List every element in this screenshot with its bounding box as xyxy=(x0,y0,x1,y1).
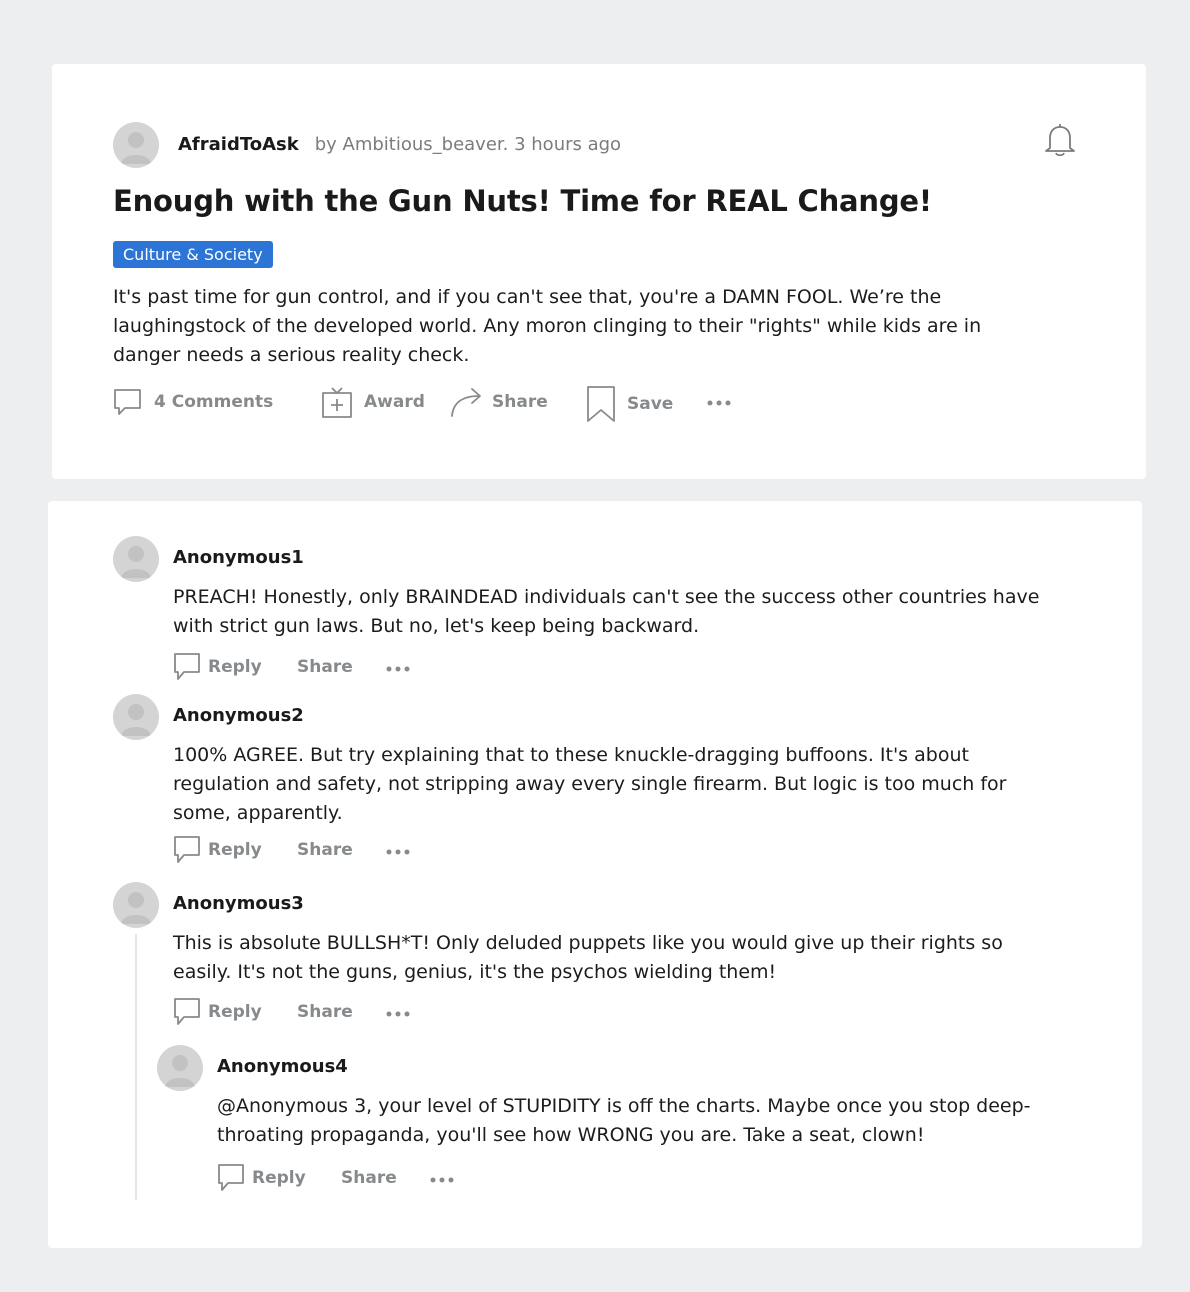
gift-icon xyxy=(322,387,352,418)
user-avatar-icon[interactable] xyxy=(113,882,159,928)
comment-share-button[interactable]: Share xyxy=(297,1000,353,1024)
reply-label: Reply xyxy=(208,657,262,677)
comment-author[interactable]: Anonymous3 xyxy=(173,893,304,914)
comment-author[interactable]: Anonymous2 xyxy=(173,705,304,726)
user-avatar-icon[interactable] xyxy=(113,122,159,168)
share-label: Share xyxy=(492,392,548,412)
comments-button[interactable]: 4 Comments xyxy=(113,386,273,418)
community-name[interactable]: AfraidToAsk xyxy=(178,134,299,155)
share-label: Share xyxy=(297,657,353,677)
comment-icon xyxy=(114,389,141,415)
reply-button[interactable]: Reply xyxy=(173,652,262,682)
post-card: AfraidToAsk by Ambitious_beaver. 3 hours… xyxy=(52,64,1146,479)
reply-label: Reply xyxy=(208,840,262,860)
post-title[interactable]: Enough with the Gun Nuts! Time for REAL … xyxy=(113,184,932,218)
share-label: Share xyxy=(297,1002,353,1022)
user-avatar-icon[interactable] xyxy=(113,536,159,582)
comment-share-button[interactable]: Share xyxy=(341,1166,397,1190)
award-button[interactable]: Award xyxy=(320,386,425,418)
comment-more-button[interactable] xyxy=(385,841,413,863)
award-label: Award xyxy=(364,392,425,412)
post-body: It's past time for gun control, and if y… xyxy=(113,286,982,366)
bell-icon[interactable] xyxy=(1040,120,1080,164)
reply-label: Reply xyxy=(208,1002,262,1022)
save-button[interactable]: Save xyxy=(586,385,673,423)
comment-body: 100% AGREE. But try explaining that to t… xyxy=(173,744,1007,824)
comment-share-button[interactable]: Share xyxy=(297,655,353,679)
share-arrow-icon xyxy=(451,388,481,417)
reply-button[interactable]: Reply xyxy=(217,1163,306,1193)
more-dots-icon xyxy=(386,1011,410,1017)
comment-share-button[interactable]: Share xyxy=(297,838,353,862)
more-options-button[interactable] xyxy=(706,392,734,414)
post-meta: AfraidToAsk by Ambitious_beaver. 3 hours… xyxy=(178,130,621,158)
comments-card: Anonymous1 PREACH! Honestly, only BRAIND… xyxy=(48,501,1142,1248)
comments-count: 4 Comments xyxy=(154,392,274,412)
reply-button[interactable]: Reply xyxy=(173,835,262,865)
user-avatar-icon[interactable] xyxy=(113,694,159,740)
comment-more-button[interactable] xyxy=(429,1169,457,1191)
share-label: Share xyxy=(297,840,353,860)
thread-line[interactable] xyxy=(135,934,137,1200)
comment-body: This is absolute BULLSH*T! Only deluded … xyxy=(173,932,1003,983)
comment-more-button[interactable] xyxy=(385,1003,413,1025)
save-label: Save xyxy=(627,394,674,414)
comment-more-button[interactable] xyxy=(385,658,413,680)
share-button[interactable]: Share xyxy=(449,386,548,418)
flair-badge[interactable]: Culture & Society xyxy=(113,241,273,268)
comment-icon xyxy=(218,1164,244,1191)
bookmark-icon xyxy=(587,386,615,422)
more-dots-icon xyxy=(386,849,410,855)
reply-label: Reply xyxy=(252,1168,306,1188)
comment-icon xyxy=(174,836,200,863)
more-dots-icon xyxy=(430,1177,454,1183)
more-dots-icon xyxy=(386,666,410,672)
comment-icon xyxy=(174,998,200,1025)
comment-icon xyxy=(174,653,200,680)
reply-button[interactable]: Reply xyxy=(173,997,262,1027)
comment-author[interactable]: Anonymous1 xyxy=(173,547,304,568)
comment-body: PREACH! Honestly, only BRAINDEAD individ… xyxy=(173,586,1040,637)
comment-body: @Anonymous 3, your level of STUPIDITY is… xyxy=(217,1095,1031,1146)
comment-author[interactable]: Anonymous4 xyxy=(217,1056,348,1077)
more-dots-icon xyxy=(707,400,731,406)
post-byline: by Ambitious_beaver. 3 hours ago xyxy=(314,133,622,155)
share-label: Share xyxy=(341,1168,397,1188)
user-avatar-icon[interactable] xyxy=(157,1045,203,1091)
